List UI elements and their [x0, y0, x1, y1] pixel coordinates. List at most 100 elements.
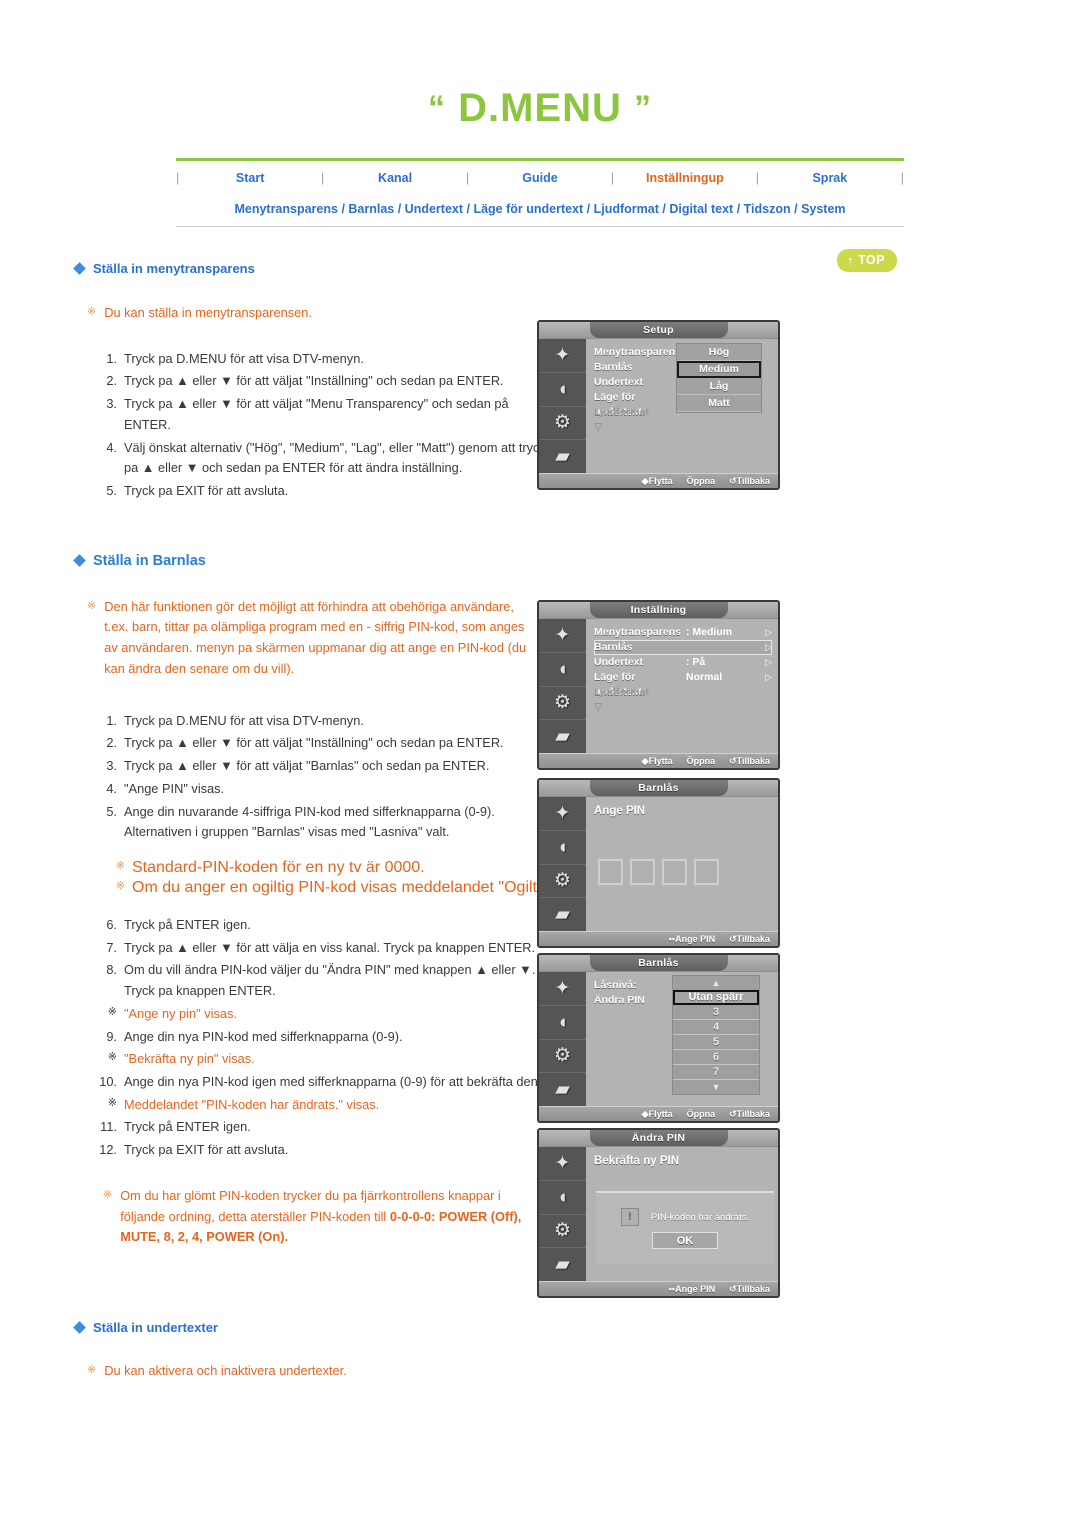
- locklevel-option-5[interactable]: 7: [673, 1065, 759, 1080]
- breadcrumb-item-6[interactable]: Tidszon: [744, 202, 791, 216]
- tv-footer-action-0[interactable]: ◆Flytta: [642, 1109, 673, 1120]
- step-item-8: 11. Tryck på ENTER igen.: [95, 1116, 555, 1139]
- tv-sidebar-icon-0[interactable]: ✦: [539, 972, 586, 1006]
- step-item-4: 5. Tryck pa EXIT för att avsluta.: [95, 480, 555, 503]
- tv-footer-action-1[interactable]: Öppna: [687, 1109, 716, 1119]
- tv-sidebar-icon-0[interactable]: ✦: [539, 339, 586, 373]
- menu-category-icon: ✦: [554, 344, 571, 366]
- menu-category-icon: ◖: [556, 378, 569, 400]
- tv-menu-row-5[interactable]: ▽: [594, 700, 772, 715]
- breadcrumb-item-4[interactable]: Ljudformat: [594, 202, 659, 216]
- tv-footer-action-1[interactable]: ↺Tillbaka: [729, 1284, 770, 1295]
- section1-note: ※ Du kan ställa in menytransparensen.: [87, 303, 539, 324]
- tv-sidebar: ✦ ◖ ⚙ ▰: [539, 619, 586, 753]
- tv-sidebar-icon-3[interactable]: ▰: [539, 898, 586, 931]
- breadcrumb-item-2[interactable]: Undertext: [405, 202, 463, 216]
- nav-item-4[interactable]: Sprak: [759, 171, 901, 185]
- tv-sidebar-icon-1[interactable]: ◖: [539, 373, 586, 407]
- dropdown-option-0[interactable]: Hög: [677, 344, 761, 361]
- tv-sidebar: ✦ ◖ ⚙ ▰: [539, 1147, 586, 1281]
- tv-sidebar-icon-1[interactable]: ◖: [539, 831, 586, 865]
- tv-sidebar-icon-1[interactable]: ◖: [539, 1006, 586, 1040]
- tv-menu-row-0[interactable]: Menytransparens: Medium ▷: [594, 625, 772, 640]
- pin-box-0[interactable]: [598, 859, 623, 885]
- locklevel-option-1[interactable]: 3: [673, 1005, 759, 1020]
- tv-titlebar: Setup: [539, 322, 778, 339]
- tv-footer-action-0[interactable]: ◆Flytta: [642, 476, 673, 487]
- breadcrumb-item-7[interactable]: System: [801, 202, 845, 216]
- tv-footer-action-0[interactable]: ••Ange PIN: [669, 934, 715, 944]
- breadcrumb-item-1[interactable]: Barnlas: [348, 202, 394, 216]
- pin-box-2[interactable]: [662, 859, 687, 885]
- step-note-3: ※ "Ange ny pin" visas.: [95, 1003, 555, 1026]
- tv-sidebar-icon-2[interactable]: ⚙: [539, 407, 586, 441]
- dropdown-option-2[interactable]: Låg: [677, 378, 761, 395]
- nav-item-0[interactable]: Start: [179, 171, 321, 185]
- tv-footer-action-2[interactable]: ↺Tillbaka: [729, 1109, 770, 1120]
- scroll-down-icon[interactable]: ▼: [673, 1080, 759, 1094]
- tv-footer-action-1[interactable]: ↺Tillbaka: [729, 934, 770, 945]
- tv-menu-row-3[interactable]: Läge för undertext: Normal ▷: [594, 670, 772, 698]
- tv-sidebar-icon-2[interactable]: ⚙: [539, 1040, 586, 1074]
- tv-footer-action-0[interactable]: ••Ange PIN: [669, 1284, 715, 1294]
- breadcrumb-slash: /: [733, 202, 744, 216]
- locklevel-option-4[interactable]: 6: [673, 1050, 759, 1065]
- transparency-dropdown[interactable]: Hög Medium Låg Matt: [676, 343, 762, 413]
- step-text: Tryck pa D.MENU för att visa DTV-menyn.: [124, 350, 364, 366]
- tv-menu-row-1[interactable]: Barnlås ▷: [594, 640, 772, 655]
- chevron-right-icon: ▷: [765, 642, 772, 652]
- locklevel-list[interactable]: ▲ Utan spärr 3 4 5 6 7 ▼: [672, 975, 760, 1095]
- tv-sidebar-icon-1[interactable]: ◖: [539, 653, 586, 687]
- tv-sidebar-icon-2[interactable]: ⚙: [539, 1215, 586, 1249]
- step-text: Tryck pa EXIT för att avsluta.: [124, 1142, 289, 1158]
- tv-main: Menytransparens:Barnlås:Undertext:Läge f…: [586, 339, 778, 473]
- pin-box-3[interactable]: [694, 859, 719, 885]
- tv-sidebar-icon-3[interactable]: ▰: [539, 1248, 586, 1281]
- tv-sidebar-icon-0[interactable]: ✦: [539, 1147, 586, 1181]
- step-number: 9.: [106, 1028, 117, 1044]
- tv-sidebar-icon-0[interactable]: ✦: [539, 797, 586, 831]
- dropdown-option-1[interactable]: Medium: [677, 361, 761, 378]
- menu-category-icon: ◖: [556, 1186, 569, 1208]
- tv-row-label: Läge för undertext:: [594, 391, 646, 418]
- locklevel-option-0[interactable]: Utan spärr: [673, 990, 759, 1005]
- tv-sidebar-icon-1[interactable]: ◖: [539, 1181, 586, 1215]
- tv-sidebar-icon-3[interactable]: ▰: [539, 440, 586, 473]
- tv-footer-action-0[interactable]: ◆Flytta: [642, 756, 673, 767]
- nav-item-2[interactable]: Guide: [469, 171, 611, 185]
- tv-menu-row-5[interactable]: ▽: [594, 420, 772, 435]
- menu-category-icon: ⚙: [553, 870, 572, 892]
- step-number: 5.: [106, 803, 117, 819]
- dropdown-option-3[interactable]: Matt: [677, 395, 761, 412]
- tv-titlebar: Inställning: [539, 602, 778, 619]
- scroll-up-icon[interactable]: ▲: [673, 976, 759, 990]
- breadcrumb-item-3[interactable]: Läge för undertext: [473, 202, 583, 216]
- breadcrumb-item-5[interactable]: Digital text: [669, 202, 733, 216]
- section-heading-menytransparens: Ställa in menytransparens: [73, 261, 1080, 276]
- section2-final-note: ※ Om du har glömt PIN-koden trycker du p…: [103, 1186, 543, 1248]
- tv-menu-row-4[interactable]: Ljudformat: [594, 685, 772, 700]
- pin-box-1[interactable]: [630, 859, 655, 885]
- tv-sidebar-icon-2[interactable]: ⚙: [539, 687, 586, 721]
- nav-item-1[interactable]: Kanal: [324, 171, 466, 185]
- pin-entry-row[interactable]: [598, 859, 772, 885]
- tv-footer-action-2[interactable]: ↺Tillbaka: [729, 476, 770, 487]
- tv-menu-row-2[interactable]: Undertext: På ▷: [594, 655, 772, 670]
- tv-footer-action-1[interactable]: Öppna: [687, 476, 716, 486]
- locklevel-option-3[interactable]: 5: [673, 1035, 759, 1050]
- tv-sidebar-icon-0[interactable]: ✦: [539, 619, 586, 653]
- dialog-ok-button[interactable]: OK: [652, 1232, 718, 1249]
- tv-sidebar-icon-3[interactable]: ▰: [539, 720, 586, 753]
- tv-body: ✦ ◖ ⚙ ▰ Ange PIN: [539, 797, 778, 931]
- locklevel-option-2[interactable]: 4: [673, 1020, 759, 1035]
- tv-prompt: Ange PIN: [594, 805, 646, 817]
- breadcrumb-item-0[interactable]: Menytransparens: [234, 202, 338, 216]
- tv-footer-action-1[interactable]: Öppna: [687, 756, 716, 766]
- step-item-0: 1. Tryck pa D.MENU för att visa DTV-menyn…: [95, 348, 555, 371]
- tv-sidebar-icon-2[interactable]: ⚙: [539, 865, 586, 899]
- step-text: Tryck på ENTER igen.: [124, 916, 251, 932]
- nav-item-3[interactable]: Inställningup: [614, 171, 756, 185]
- tv-footer-action-2[interactable]: ↺Tillbaka: [729, 756, 770, 767]
- tv-sidebar-icon-3[interactable]: ▰: [539, 1073, 586, 1106]
- menu-category-icon: ▰: [555, 904, 570, 926]
